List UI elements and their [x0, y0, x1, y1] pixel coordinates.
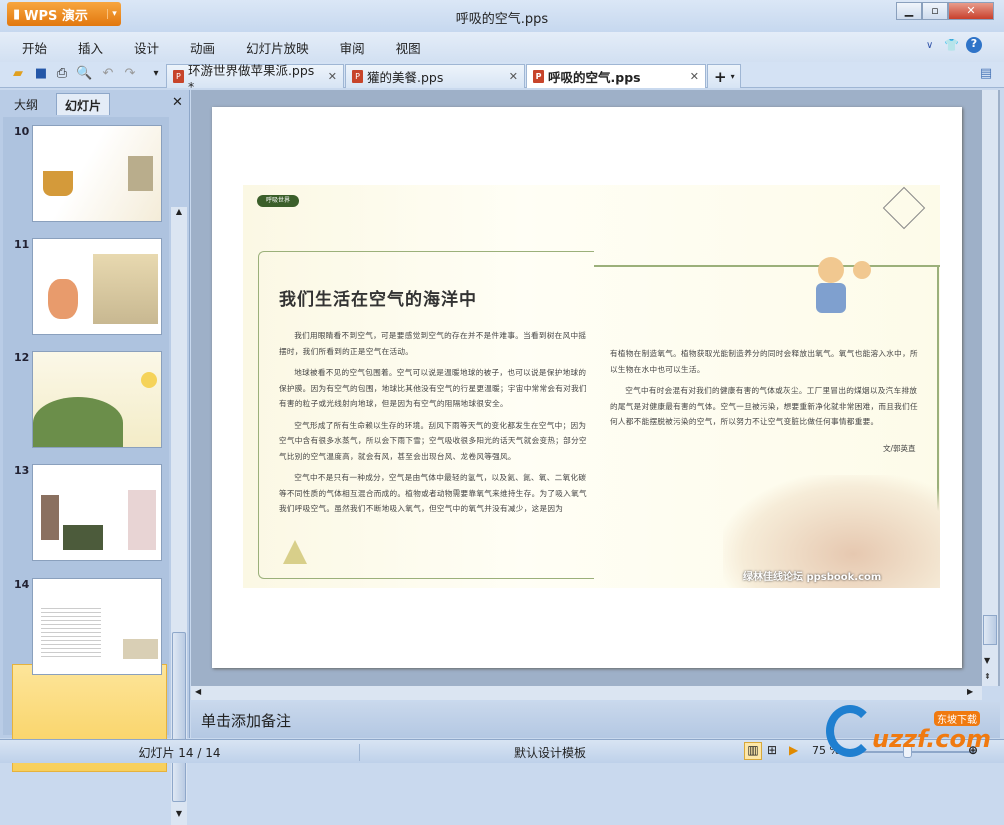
slides-panel: 大纲 幻灯片 ✕ 10 11 12 13 14 ▲ ▼ — [0, 90, 190, 825]
slide-picture: 呼吸世界 我们生活在空气的海洋中 我们用眼睛看不到空气，可是要感觉到空气的存在并… — [243, 185, 940, 588]
paragraph: 我们用眼睛看不到空气，可是要感觉到空气的存在并不是件难事。当看到树在风中摇摆时，… — [279, 331, 587, 356]
slide-number: 11 — [14, 238, 30, 251]
print-preview-icon[interactable]: 🔍 — [76, 66, 92, 82]
slide-sorter-icon[interactable]: ⊞ — [767, 743, 777, 757]
design-template: 默认设计模板 — [513, 746, 586, 760]
minimize-button[interactable]: ▁ — [896, 2, 922, 20]
children-illustration — [808, 247, 878, 327]
slide-number: 14 — [14, 578, 30, 591]
new-tab-button[interactable]: + ▾ — [707, 64, 741, 88]
scroll-up-icon[interactable]: ▲ — [171, 207, 187, 219]
slide-canvas[interactable]: 呼吸世界 我们生活在空气的海洋中 我们用眼睛看不到空气，可是要感觉到空气的存在并… — [212, 107, 962, 668]
skin-icon[interactable]: 👕 — [944, 38, 959, 52]
paragraph: 空气中不是只有一种成分，空气是由气体中最轻的氢气，以及氦、氮、氧、二氧化碳等不同… — [279, 473, 587, 513]
notes-placeholder: 单击添加备注 — [201, 712, 292, 730]
menu-slideshow[interactable]: 幻灯片放映 — [246, 38, 309, 57]
window-title: 呼吸的空气.pps — [455, 12, 549, 27]
pps-file-icon: P — [533, 70, 544, 83]
menu-insert[interactable]: 插入 — [78, 38, 103, 57]
collapse-ribbon-icon[interactable]: ∨ — [926, 40, 933, 51]
slide-counter: 幻灯片 14 / 14 — [0, 744, 360, 761]
pps-file-icon: P — [352, 70, 363, 83]
slide-badge: 呼吸世界 — [257, 195, 299, 207]
close-panel-icon[interactable]: ✕ — [172, 95, 183, 110]
frame-line — [594, 265, 940, 267]
scroll-thumb[interactable] — [983, 615, 997, 645]
slides-scrollbar[interactable]: ▲ ▼ — [171, 207, 187, 825]
slide-thumbnail-13[interactable] — [32, 464, 162, 561]
menu-design[interactable]: 设计 — [134, 38, 159, 57]
tab-outline[interactable]: 大纲 — [6, 93, 46, 115]
slide-number: 10 — [14, 125, 30, 138]
scroll-down-icon[interactable]: ▼ — [171, 809, 187, 821]
scroll-thumb[interactable] — [172, 632, 186, 802]
editor-horizontal-scrollbar[interactable]: ◀ ▶ — [191, 686, 982, 700]
menu-home[interactable]: 开始 — [22, 38, 47, 57]
left-text-column: 我们用眼睛看不到空气，可是要感觉到空气的存在并不是件难事。当看到树在风中摇摆时，… — [279, 328, 589, 523]
watermark: 绿林佳线论坛 ppsbook.com — [743, 572, 882, 583]
author: 文/郭英直 — [883, 444, 916, 453]
scroll-right-icon[interactable]: ▶ — [967, 687, 973, 696]
tab-doc-2[interactable]: P 獾的美餐.pps ✕ — [345, 64, 525, 88]
slide-heading: 我们生活在空气的海洋中 — [279, 290, 477, 310]
window-layout-icon[interactable]: ▤ — [978, 66, 994, 82]
uzzf-logo: uzzf.com 东坡下载 — [826, 705, 998, 761]
kite-illustration — [882, 186, 926, 230]
right-text-column: 有植物在制造氧气。植物获取光能制造养分的同时会释放出氧气。氧气也能溶入水中，所以… — [610, 346, 922, 436]
save-icon[interactable]: ■ — [33, 66, 49, 82]
paragraph: 空气中有时会混有对我们的健康有害的气体或灰尘。工厂里冒出的煤烟以及汽车排放的尾气… — [610, 386, 918, 426]
paragraph: 地球被看不见的空气包围着。空气可以说是温暖地球的被子，也可以说是保护地球的保护膜… — [279, 368, 587, 408]
tab-slides[interactable]: 幻灯片 — [56, 93, 111, 115]
close-button[interactable]: ✕ — [948, 2, 994, 20]
slide-number: 12 — [14, 351, 30, 364]
normal-view-icon[interactable]: ▥ — [744, 742, 762, 760]
help-icon[interactable]: ? — [966, 37, 982, 53]
previous-slide-icon[interactable]: ⇞ — [984, 672, 991, 681]
redo-icon[interactable]: ↷ — [122, 66, 138, 82]
print-icon[interactable]: ⎙ — [54, 66, 70, 82]
menu-bar: 开始 插入 设计 动画 幻灯片放映 审阅 视图 ∨ 👕 ? — [0, 32, 1004, 62]
slide-thumbnail-11[interactable] — [32, 238, 162, 335]
menu-review[interactable]: 审阅 — [340, 38, 365, 57]
customize-toolbar-icon[interactable]: ▾ — [148, 66, 164, 82]
editor-vertical-scrollbar[interactable]: ▼ ⇞ — [982, 90, 998, 686]
undo-icon[interactable]: ↶ — [100, 66, 116, 82]
scroll-down-icon[interactable]: ▼ — [984, 656, 990, 665]
close-tab-icon[interactable]: ✕ — [690, 70, 699, 83]
menu-animation[interactable]: 动画 — [190, 38, 215, 57]
close-tab-icon[interactable]: ✕ — [328, 70, 337, 83]
pps-file-icon: P — [173, 70, 184, 83]
title-bar: ▮ WPS 演示 ▾ 呼吸的空气.pps ▁ ▫ ✕ — [0, 0, 1004, 32]
paragraph: 有植物在制造氧气。植物获取光能制造养分的同时会释放出氧气。氧气也能溶入水中，所以… — [610, 349, 918, 374]
slide-thumbnail-12[interactable] — [32, 351, 162, 448]
sailboat-illustration — [283, 540, 307, 564]
slide-thumbnail-10[interactable] — [32, 125, 162, 222]
open-icon[interactable]: ▰ — [10, 66, 26, 82]
slide-number: 13 — [14, 464, 30, 477]
close-tab-icon[interactable]: ✕ — [509, 70, 518, 83]
tab-doc-1[interactable]: P 环游世界做苹果派.pps * ✕ — [166, 63, 344, 94]
document-tab-bar: ▰ ■ ⎙ 🔍 ↶ ↷ ▾ P 环游世界做苹果派.pps * ✕ P 獾的美餐.pps… — [0, 62, 1004, 94]
scroll-left-icon[interactable]: ◀ — [195, 687, 201, 696]
slideshow-icon[interactable]: ▶ — [789, 743, 798, 757]
maximize-button[interactable]: ▫ — [922, 2, 948, 20]
slide-thumbnail-14[interactable] — [32, 578, 162, 675]
menu-view[interactable]: 视图 — [396, 38, 421, 57]
paragraph: 空气形成了所有生命赖以生存的环境。刮风下雨等天气的变化都发生在空气中；因为空气中… — [279, 420, 587, 461]
tab-doc-3[interactable]: P 呼吸的空气.pps ✕ — [526, 64, 706, 88]
